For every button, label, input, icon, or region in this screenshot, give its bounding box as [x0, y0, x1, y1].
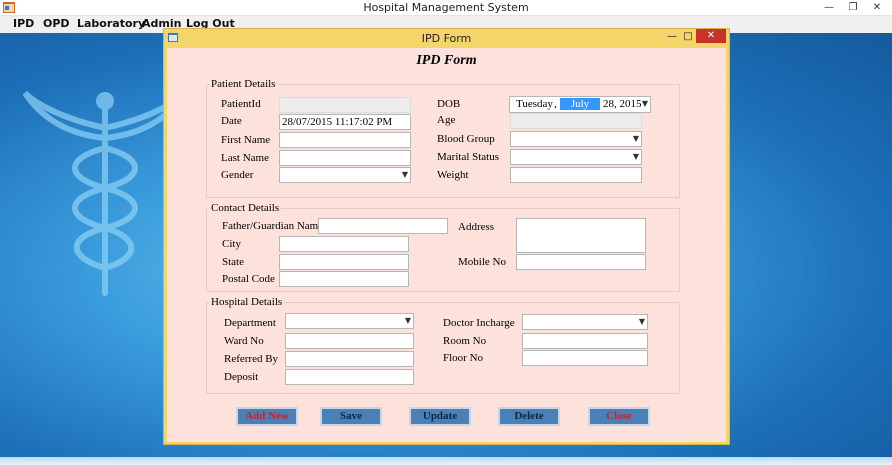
- hospital-details-title: Hospital Details: [209, 296, 285, 308]
- lastname-field[interactable]: [279, 150, 411, 166]
- city-label: City: [222, 238, 241, 250]
- patient-details-title: Patient Details: [209, 78, 278, 90]
- dob-month[interactable]: July: [560, 98, 600, 110]
- form-heading: IPD Form: [416, 53, 477, 68]
- state-label: State: [222, 256, 244, 268]
- ipd-titlebar: IPD Form — □ ✕: [164, 29, 729, 47]
- patientid-field: [279, 97, 411, 113]
- postal-field[interactable]: [279, 271, 409, 287]
- date-field[interactable]: 28/07/2015 11:17:02 PM: [279, 114, 411, 130]
- chevron-down-icon: ▼: [632, 152, 639, 161]
- weight-field[interactable]: [510, 167, 642, 183]
- mobile-field[interactable]: [516, 254, 646, 270]
- child-close-button[interactable]: ✕: [696, 29, 726, 43]
- floor-label: Floor No: [443, 352, 484, 364]
- weight-label: Weight: [437, 169, 469, 181]
- age-field: [510, 113, 642, 129]
- dob-dayyear: 28, 2015: [603, 98, 642, 110]
- firstname-label: First Name: [221, 134, 271, 146]
- dob-weekday: Tuesday: [516, 98, 553, 110]
- guardian-field[interactable]: [318, 218, 448, 234]
- restore-icon: ❐: [848, 2, 858, 13]
- gender-select[interactable]: ▼: [279, 167, 411, 183]
- ipd-form-body: IPD Form Patient Details PatientId Date …: [167, 48, 726, 442]
- gender-label: Gender: [221, 169, 254, 181]
- close-icon: ✕: [706, 30, 716, 41]
- menu-ipd[interactable]: IPD: [13, 17, 34, 30]
- restore-button[interactable]: ❐: [840, 0, 866, 15]
- patientid-label: PatientId: [221, 98, 261, 110]
- child-minimize-button[interactable]: —: [664, 30, 680, 44]
- dob-label: DOB: [437, 98, 461, 110]
- referred-field[interactable]: [285, 351, 414, 367]
- department-label: Department: [224, 317, 276, 329]
- age-label: Age: [437, 114, 456, 126]
- ipd-form-window: IPD Form — □ ✕ IPD Form Patient Details …: [163, 28, 730, 445]
- bloodgroup-select[interactable]: ▼: [510, 131, 642, 147]
- main-titlebar: Hospital Management System — ❐ ✕: [0, 0, 892, 16]
- deposit-field[interactable]: [285, 369, 414, 385]
- address-field[interactable]: [516, 218, 646, 253]
- firstname-field[interactable]: [279, 132, 411, 148]
- marital-label: Marital Status: [437, 151, 500, 163]
- doctor-label: Doctor Incharge: [443, 317, 515, 329]
- minimize-button[interactable]: —: [816, 0, 842, 15]
- ward-label: Ward No: [224, 335, 264, 347]
- maximize-icon: □: [683, 31, 693, 42]
- chevron-down-icon: ▼: [404, 316, 411, 325]
- guardian-label: Father/Guardian Name: [222, 220, 324, 232]
- city-field[interactable]: [279, 236, 409, 252]
- menu-opd[interactable]: OPD: [43, 17, 70, 30]
- lastname-label: Last Name: [221, 152, 269, 164]
- chevron-down-icon: ▼: [632, 134, 639, 143]
- window-title: Hospital Management System: [363, 1, 529, 14]
- update-button[interactable]: Update: [409, 407, 471, 426]
- dob-datepicker[interactable]: Tuesday , July 28, 2015 ▼: [509, 96, 651, 113]
- postal-label: Postal Code: [222, 273, 275, 285]
- mobile-label: Mobile No: [458, 256, 506, 268]
- add-new-button[interactable]: Add New: [236, 407, 298, 426]
- delete-button[interactable]: Delete: [498, 407, 560, 426]
- close-button[interactable]: ✕: [864, 0, 890, 15]
- save-button[interactable]: Save: [320, 407, 382, 426]
- room-label: Room No: [443, 335, 487, 347]
- state-field[interactable]: [279, 254, 409, 270]
- marital-select[interactable]: ▼: [510, 149, 642, 165]
- floor-field[interactable]: [522, 350, 648, 366]
- ward-field[interactable]: [285, 333, 414, 349]
- deposit-label: Deposit: [224, 371, 259, 383]
- department-select[interactable]: ▼: [285, 313, 414, 329]
- bloodgroup-label: Blood Group: [437, 133, 495, 145]
- desktop-strip: [0, 457, 892, 465]
- doctor-select[interactable]: ▼: [522, 314, 648, 330]
- chevron-down-icon: ▼: [638, 317, 645, 326]
- address-label: Address: [458, 221, 495, 233]
- chevron-down-icon: ▼: [641, 99, 648, 108]
- child-maximize-button[interactable]: □: [680, 30, 696, 44]
- close-icon: ✕: [872, 2, 882, 13]
- referred-label: Referred By: [224, 353, 279, 365]
- room-field[interactable]: [522, 333, 648, 349]
- dob-separator: ,: [554, 98, 557, 110]
- chevron-down-icon: ▼: [401, 170, 408, 179]
- menu-laboratory[interactable]: Laboratory: [77, 17, 145, 30]
- minimize-icon: —: [824, 2, 834, 13]
- close-form-button[interactable]: Close: [588, 407, 650, 426]
- ipd-window-title: IPD Form: [421, 32, 472, 45]
- minimize-icon: —: [667, 31, 677, 42]
- contact-details-title: Contact Details: [209, 202, 282, 214]
- date-label: Date: [221, 115, 242, 127]
